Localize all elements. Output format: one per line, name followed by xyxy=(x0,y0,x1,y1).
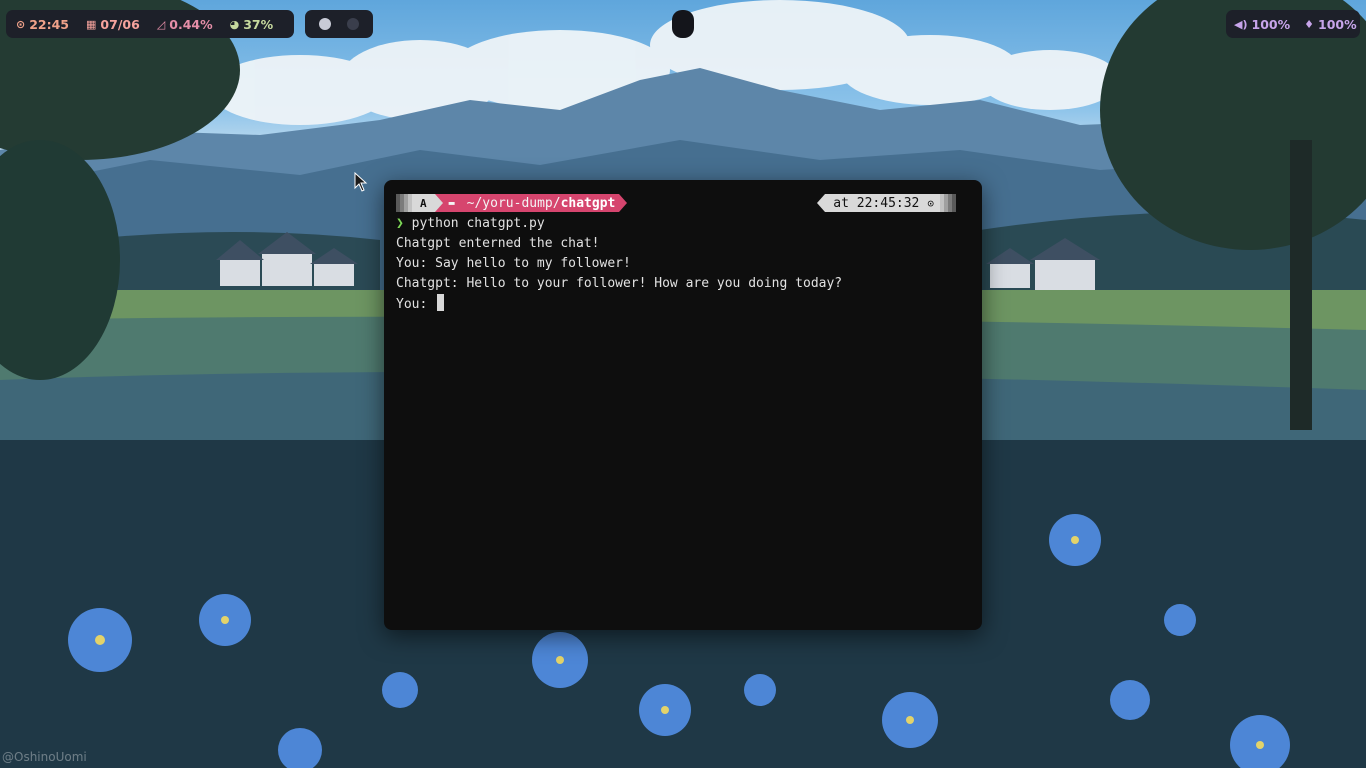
time-separator xyxy=(817,194,826,212)
battery-text: 37% xyxy=(243,16,274,32)
folder-icon: ▬ xyxy=(448,197,455,209)
terminal-window[interactable]: A ▬ ~/yoru-dump/chatgpt at 22:45:32 ⊙ ❯ … xyxy=(384,180,982,630)
path-current: chatgpt xyxy=(560,195,616,211)
clock-icon: ⊙ xyxy=(16,17,26,31)
workspace-1[interactable] xyxy=(319,18,331,30)
microphone-icon: ♦ xyxy=(1304,17,1314,31)
artist-watermark: @OshinoUomi xyxy=(2,750,87,764)
battery-pie-icon: ◕ xyxy=(229,17,240,31)
clock-widget[interactable]: ⊙ 22:45 xyxy=(16,17,69,32)
prompt-gradient xyxy=(396,194,412,212)
terminal-output: ❯ python chatgpt.py Chatgpt enterned the … xyxy=(396,214,842,315)
workspace-2[interactable] xyxy=(347,18,359,30)
cpu-widget[interactable]: ◿ 0.44% xyxy=(157,17,213,32)
output-line: Chatgpt enterned the chat! xyxy=(396,236,600,251)
output-line: Chatgpt: Hello to your follower! How are… xyxy=(396,276,843,291)
input-line[interactable]: You: xyxy=(396,294,842,315)
workspace-switcher xyxy=(305,10,373,38)
calendar-icon: ▦ xyxy=(86,17,97,31)
clock-icon: ⊙ xyxy=(927,196,934,210)
volume-icon: ◀) xyxy=(1234,17,1248,31)
mouse-pointer-icon xyxy=(354,172,368,192)
output-line: You: Say hello to my follower! xyxy=(396,256,631,271)
prompt-user-badge: A xyxy=(412,194,435,212)
input-prompt: You: xyxy=(396,297,436,312)
prompt-time: at 22:45:32 ⊙ xyxy=(825,194,940,212)
prompt-arrow-icon: ❯ xyxy=(396,216,404,231)
volume-widget[interactable]: ◀) 100% xyxy=(1234,17,1290,32)
path-prefix: ~/yoru-dump/ xyxy=(466,195,561,211)
status-bar-right: ◀) 100% ♦ 100% xyxy=(1226,10,1360,38)
mic-widget[interactable]: ♦ 100% xyxy=(1304,17,1357,32)
text-cursor xyxy=(437,294,445,311)
mic-text: 100% xyxy=(1318,16,1357,32)
command-line: ❯ python chatgpt.py xyxy=(396,214,842,234)
prompt-left-segment: A ▬ ~/yoru-dump/chatgpt xyxy=(396,194,628,212)
prompt-right-segment: at 22:45:32 ⊙ xyxy=(817,194,956,212)
volume-text: 100% xyxy=(1251,16,1291,32)
status-bar-left: ⊙ 22:45 ▦ 07/06 ◿ 0.44% ◕ 37% xyxy=(6,10,294,38)
center-notch[interactable] xyxy=(672,10,694,38)
cpu-chart-icon: ◿ xyxy=(156,17,166,31)
command-text: python chatgpt.py xyxy=(411,216,545,231)
date-widget[interactable]: ▦ 07/06 xyxy=(86,17,140,32)
prompt-path: ▬ ~/yoru-dump/chatgpt xyxy=(442,194,620,212)
prompt-time-text: at 22:45:32 xyxy=(833,195,920,211)
date-text: 07/06 xyxy=(100,16,140,32)
cpu-text: 0.44% xyxy=(169,16,213,32)
battery-widget[interactable]: ◕ 37% xyxy=(230,17,274,32)
prompt-end-separator xyxy=(619,194,628,212)
prompt-separator xyxy=(434,194,443,212)
clock-time: 22:45 xyxy=(29,16,70,32)
time-gradient xyxy=(940,194,956,212)
